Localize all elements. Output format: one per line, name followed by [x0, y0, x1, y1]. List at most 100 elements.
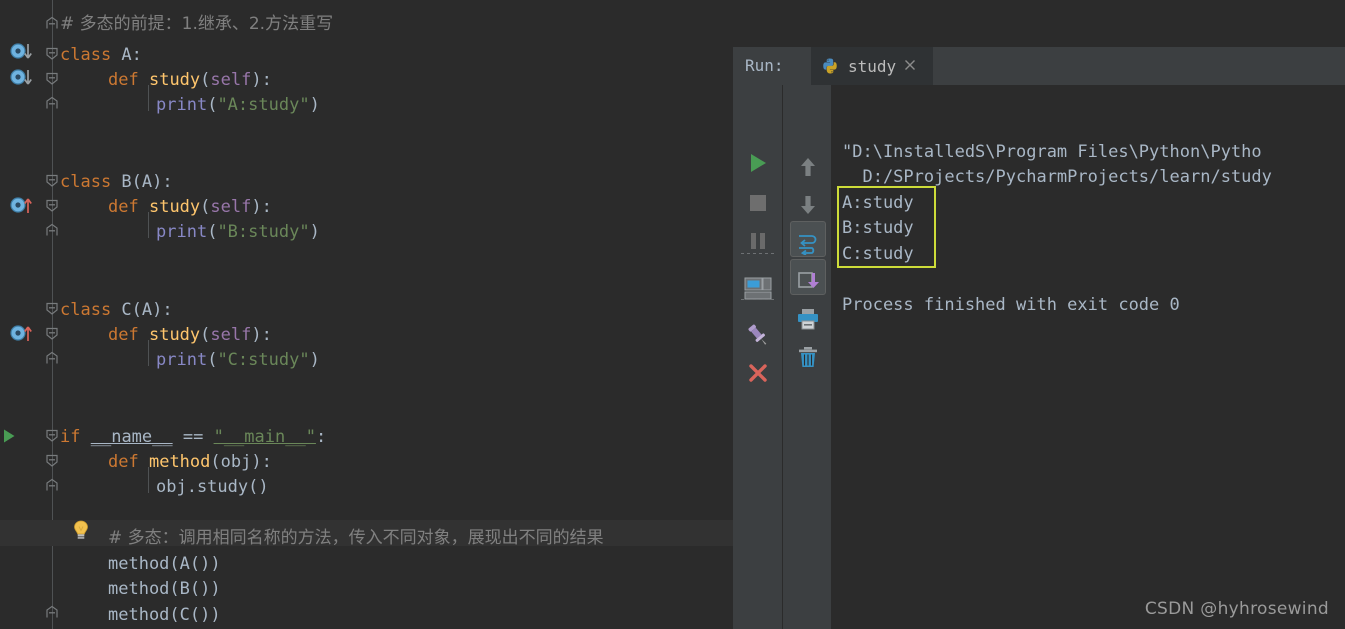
next-occurrence-button[interactable] — [783, 185, 832, 224]
code-line[interactable]: def study(self): — [108, 68, 272, 94]
code-token: class — [60, 300, 112, 320]
stop-button[interactable] — [733, 183, 782, 222]
rerun-button[interactable] — [733, 143, 782, 182]
clear-all-button[interactable] — [783, 337, 832, 376]
code-line[interactable]: def study(self): — [108, 323, 272, 349]
code-line[interactable]: method(C()) — [108, 603, 221, 629]
code-token: self — [210, 325, 252, 345]
close-x-icon — [748, 363, 767, 382]
code-token: # 多态的前提：1.继承、2.方法重写 — [60, 14, 334, 34]
code-token: def — [108, 197, 139, 217]
fold-collapse-icon[interactable] — [44, 172, 60, 188]
code-line[interactable]: # 多态：调用相同名称的方法，传入不同对象，展现出不同的结果 — [108, 526, 604, 552]
code-lines-container: # 多态的前提：1.继承、2.方法重写 class A: def study(sel… — [0, 0, 733, 629]
run-script-icon[interactable] — [2, 428, 16, 444]
run-console[interactable]: "D:\InstalledS\Program Files\Python\Pyth… — [832, 85, 1345, 629]
code-line[interactable]: print("A:study") — [156, 93, 320, 119]
code-token: obj.study() — [156, 477, 269, 497]
code-token: "__main__" — [213, 427, 316, 447]
fold-collapse-icon[interactable] — [44, 427, 60, 443]
overriding-method-up-icon-glyph — [10, 325, 32, 341]
lightbulb-glyph — [74, 520, 88, 539]
intention-bulb-icon[interactable] — [72, 520, 90, 540]
scroll-to-end-toggle[interactable] — [783, 261, 832, 300]
code-line[interactable]: def method(obj): — [108, 450, 272, 476]
code-token: method(A()) — [108, 554, 221, 574]
print-button[interactable] — [783, 299, 832, 338]
printer-icon — [797, 308, 818, 329]
code-line[interactable]: print("C:study") — [156, 348, 320, 374]
code-token: ): — [251, 325, 272, 345]
overriding-method-up-icon[interactable] — [10, 324, 36, 342]
code-token: method — [148, 452, 211, 472]
code-line[interactable]: if __name__ == "__main__": — [60, 425, 326, 451]
code-token: "C:study" — [217, 350, 310, 370]
fold-end-icon[interactable] — [44, 223, 60, 239]
code-token: __name__ — [90, 427, 173, 447]
restore-layout-icon — [744, 277, 771, 299]
code-line[interactable]: # 多态的前提：1.继承、2.方法重写 — [60, 12, 333, 38]
code-line[interactable]: print("B:study") — [156, 220, 320, 246]
code-token: print — [156, 350, 208, 370]
run-tab-label: study — [848, 56, 897, 76]
fold-collapse-icon[interactable] — [44, 45, 60, 61]
pause-button[interactable] — [733, 221, 782, 260]
soft-wrap-toggle[interactable] — [783, 223, 832, 262]
output-annotation-box — [837, 186, 936, 268]
run-triangle-icon — [750, 153, 766, 172]
implemented-method-down-icon[interactable] — [10, 68, 36, 86]
code-token: method(C()) — [108, 605, 221, 625]
pycharm-window: # 多态的前提：1.继承、2.方法重写 class A: def study(sel… — [0, 0, 1345, 629]
close-window-button[interactable] — [733, 353, 782, 392]
code-token: self — [210, 70, 252, 90]
overriding-method-up-icon-glyph — [10, 197, 32, 213]
pin-tab-button[interactable] — [733, 315, 782, 354]
code-line[interactable]: method(A()) — [108, 552, 221, 578]
fold-collapse-icon[interactable] — [44, 325, 60, 341]
code-token: ): — [251, 70, 272, 90]
previous-occurrence-button[interactable] — [783, 147, 832, 186]
fold-end-icon[interactable] — [44, 605, 60, 621]
code-token: ) — [309, 222, 320, 242]
code-token: ( — [207, 350, 218, 370]
implemented-method-down-icon[interactable] — [10, 42, 36, 60]
fold-collapse-icon[interactable] — [44, 70, 60, 86]
code-line[interactable]: method(B()) — [108, 577, 221, 603]
code-token: : — [315, 427, 327, 447]
run-window-header: Run: study — [733, 47, 1345, 85]
fold-end-icon[interactable] — [44, 351, 60, 367]
code-token: A: — [111, 45, 142, 65]
code-token: ( — [200, 70, 211, 90]
code-token: (obj): — [210, 452, 272, 472]
code-line[interactable]: class C(A): — [60, 298, 173, 324]
restore-layout-button[interactable] — [733, 269, 782, 308]
fold-end-icon[interactable] — [44, 478, 60, 494]
run-triangle-glyph — [4, 429, 15, 443]
code-token: class — [60, 45, 112, 65]
overriding-method-up-icon[interactable] — [10, 196, 36, 214]
fold-end-icon[interactable] — [44, 16, 60, 32]
code-line[interactable]: def study(self): — [108, 195, 272, 221]
code-token: ( — [200, 325, 211, 345]
run-tool-window: Run: study "D:\InstalledS\Program Files\… — [733, 47, 1345, 629]
code-editor[interactable]: # 多态的前提：1.继承、2.方法重写 class A: def study(sel… — [0, 0, 733, 629]
code-token: ( — [207, 222, 218, 242]
close-tab-icon[interactable] — [903, 58, 917, 72]
code-token: ) — [309, 350, 320, 370]
fold-collapse-icon[interactable] — [44, 300, 60, 316]
console-line: "D:\InstalledS\Program Files\Python\Pyth… — [842, 142, 1262, 162]
fold-collapse-icon[interactable] — [44, 452, 60, 468]
fold-end-icon[interactable] — [44, 96, 60, 112]
fold-collapse-icon[interactable] — [44, 197, 60, 213]
code-line[interactable]: class B(A): — [60, 170, 173, 196]
code-line[interactable]: class A: — [60, 43, 142, 69]
soft-wrap-icon — [798, 234, 816, 255]
code-token: "B:study" — [217, 222, 310, 242]
code-token: study — [148, 70, 201, 90]
run-window-label: Run: — [745, 56, 784, 75]
code-line[interactable]: obj.study() — [156, 475, 269, 501]
